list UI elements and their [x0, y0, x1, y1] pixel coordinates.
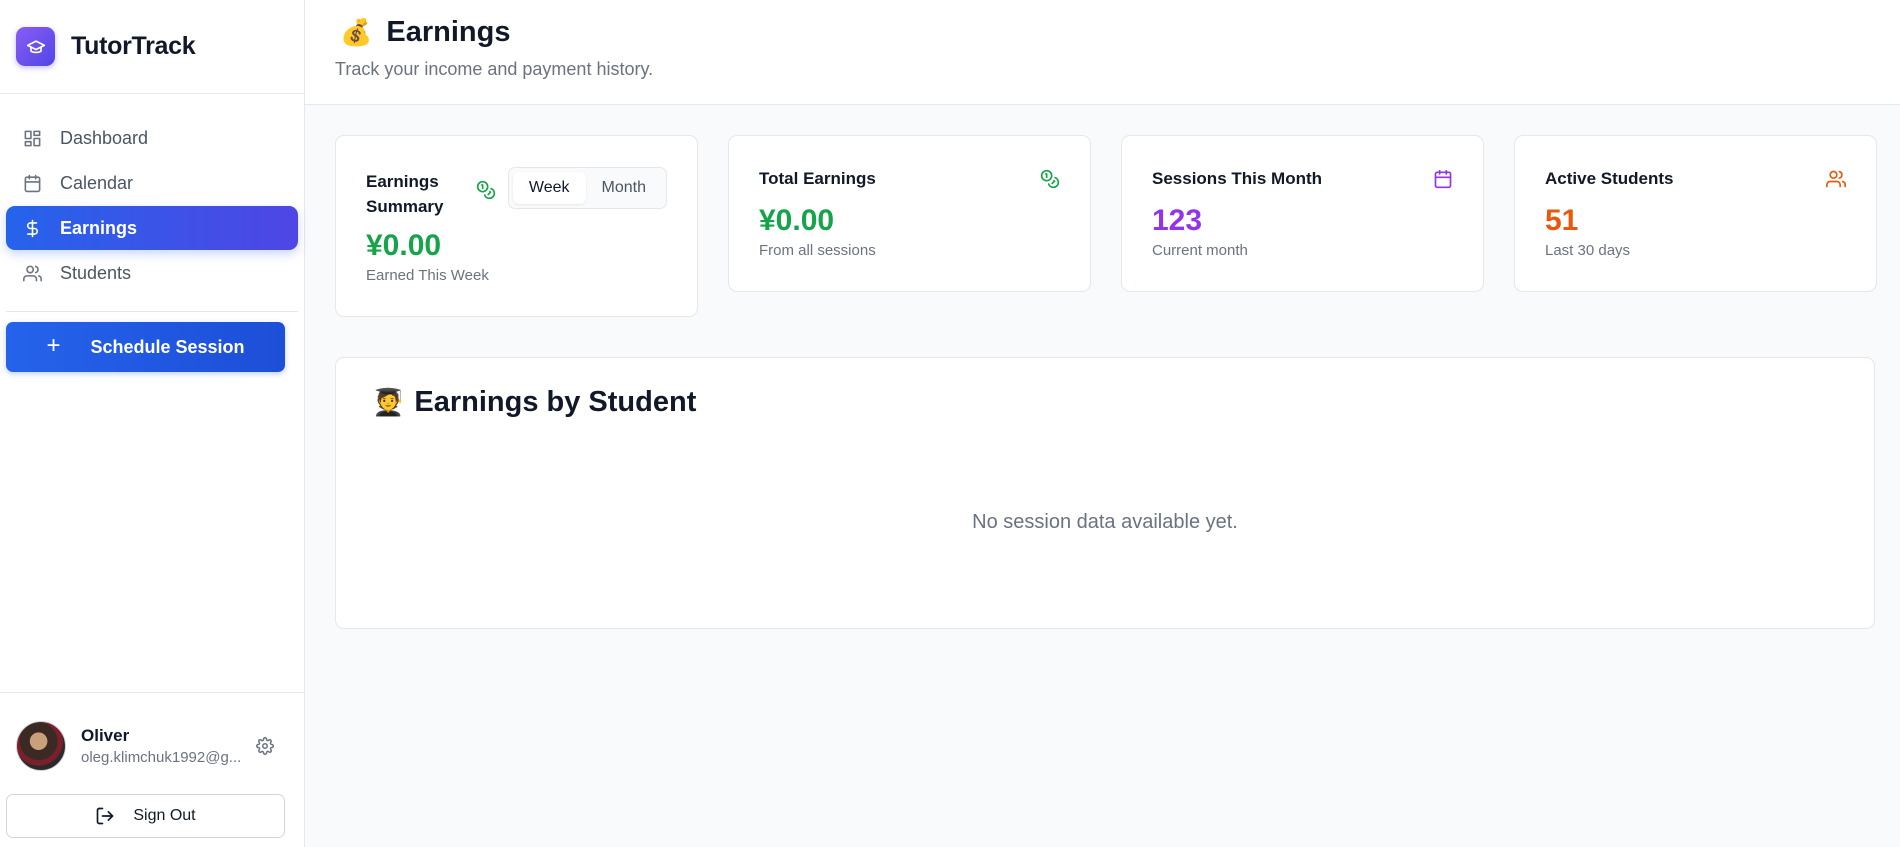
- sessions-this-month-card: Sessions This Month 123 Current month: [1121, 135, 1484, 292]
- earnings-by-student-panel: 🧑‍🎓 Earnings by Student No session data …: [335, 357, 1875, 629]
- card-sub: Last 30 days: [1545, 242, 1631, 259]
- coins-icon: [1040, 169, 1060, 189]
- calendar-icon: [22, 173, 42, 193]
- user-name: Oliver: [81, 726, 130, 745]
- sign-out-label: Sign Out: [133, 807, 196, 824]
- app: TutorTrack Dashboard Calendar Earnings S…: [0, 0, 1900, 847]
- schedule-session-button[interactable]: + Schedule Session: [6, 322, 285, 372]
- student-icon: 🧑‍🎓: [372, 387, 405, 417]
- card-value: 51: [1545, 204, 1579, 237]
- users-icon: [22, 263, 42, 283]
- active-students-card: Active Students 51 Last 30 days: [1514, 135, 1877, 292]
- sidebar-footer: Oliver oleg.klimchuk1992@g... Sign Out: [0, 692, 304, 847]
- user-email: oleg.klimchuk1992@g...: [81, 749, 241, 766]
- sidebar-item-label: Earnings: [60, 217, 138, 238]
- card-value: 123: [1152, 204, 1203, 237]
- page-subtitle: Track your income and payment history.: [335, 59, 654, 79]
- sidebar-item-label: Students: [60, 262, 132, 283]
- summary-sub: Earned This Week: [366, 267, 489, 284]
- sidebar-item-label: Dashboard: [60, 127, 149, 148]
- summary-label: Earnings Summary: [366, 172, 444, 216]
- card-sub: Current month: [1152, 242, 1248, 259]
- sidebar-item-calendar[interactable]: Calendar: [6, 161, 298, 205]
- card-label: Active Students: [1545, 169, 1674, 188]
- empty-state-message: No session data available yet.: [972, 511, 1238, 533]
- toggle-week[interactable]: Week: [512, 172, 586, 204]
- grid-icon: [22, 128, 42, 148]
- user-info: Oliver oleg.klimchuk1992@g...: [81, 726, 241, 766]
- stat-cards: Earnings Summary Week Month ¥0.00 Earned…: [305, 105, 1900, 317]
- card-sub: From all sessions: [759, 242, 876, 259]
- plus-icon: +: [46, 331, 61, 359]
- sidebar: TutorTrack Dashboard Calendar Earnings S…: [0, 0, 305, 847]
- earnings-summary-card: Earnings Summary Week Month ¥0.00 Earned…: [335, 135, 698, 317]
- brand[interactable]: TutorTrack: [0, 0, 304, 94]
- main-content: 💰 Earnings Track your income and payment…: [305, 0, 1900, 847]
- sidebar-nav: Dashboard Calendar Earnings Students: [0, 94, 304, 295]
- card-value: ¥0.00: [759, 204, 835, 237]
- page-header: 💰 Earnings Track your income and payment…: [305, 0, 1900, 105]
- coins-icon: [476, 180, 496, 200]
- summary-header: Earnings Summary Week Month: [366, 167, 667, 219]
- avatar[interactable]: [16, 721, 66, 771]
- panel-title-row: 🧑‍🎓 Earnings by Student: [372, 386, 1874, 419]
- schedule-session-label: Schedule Session: [90, 336, 245, 357]
- sidebar-item-earnings[interactable]: Earnings: [6, 206, 298, 250]
- user-profile: Oliver oleg.klimchuk1992@g...: [6, 721, 298, 771]
- log-out-icon: [95, 806, 115, 826]
- calendar-icon: [1433, 169, 1453, 189]
- sidebar-item-label: Calendar: [60, 172, 134, 193]
- divider: [6, 311, 298, 312]
- graduation-cap-icon: [16, 27, 55, 66]
- brand-name: TutorTrack: [71, 32, 196, 60]
- toggle-month[interactable]: Month: [586, 172, 662, 204]
- users-icon: [1826, 169, 1846, 189]
- period-toggle: Week Month: [507, 167, 667, 209]
- panel-title: Earnings by Student: [414, 386, 697, 418]
- gear-icon[interactable]: [256, 737, 274, 755]
- card-label: Total Earnings: [759, 169, 876, 188]
- summary-value: ¥0.00: [366, 229, 442, 262]
- sidebar-item-dashboard[interactable]: Dashboard: [6, 116, 298, 160]
- sign-out-button[interactable]: Sign Out: [6, 794, 285, 838]
- sidebar-item-students[interactable]: Students: [6, 251, 298, 295]
- card-label: Sessions This Month: [1152, 169, 1323, 188]
- page-title-row: 💰 Earnings: [340, 16, 1900, 49]
- page-title: Earnings: [386, 16, 511, 48]
- money-bag-icon: 💰: [340, 17, 373, 47]
- total-earnings-card: Total Earnings ¥0.00 From all sessions: [728, 135, 1091, 292]
- dollar-icon: [22, 218, 42, 238]
